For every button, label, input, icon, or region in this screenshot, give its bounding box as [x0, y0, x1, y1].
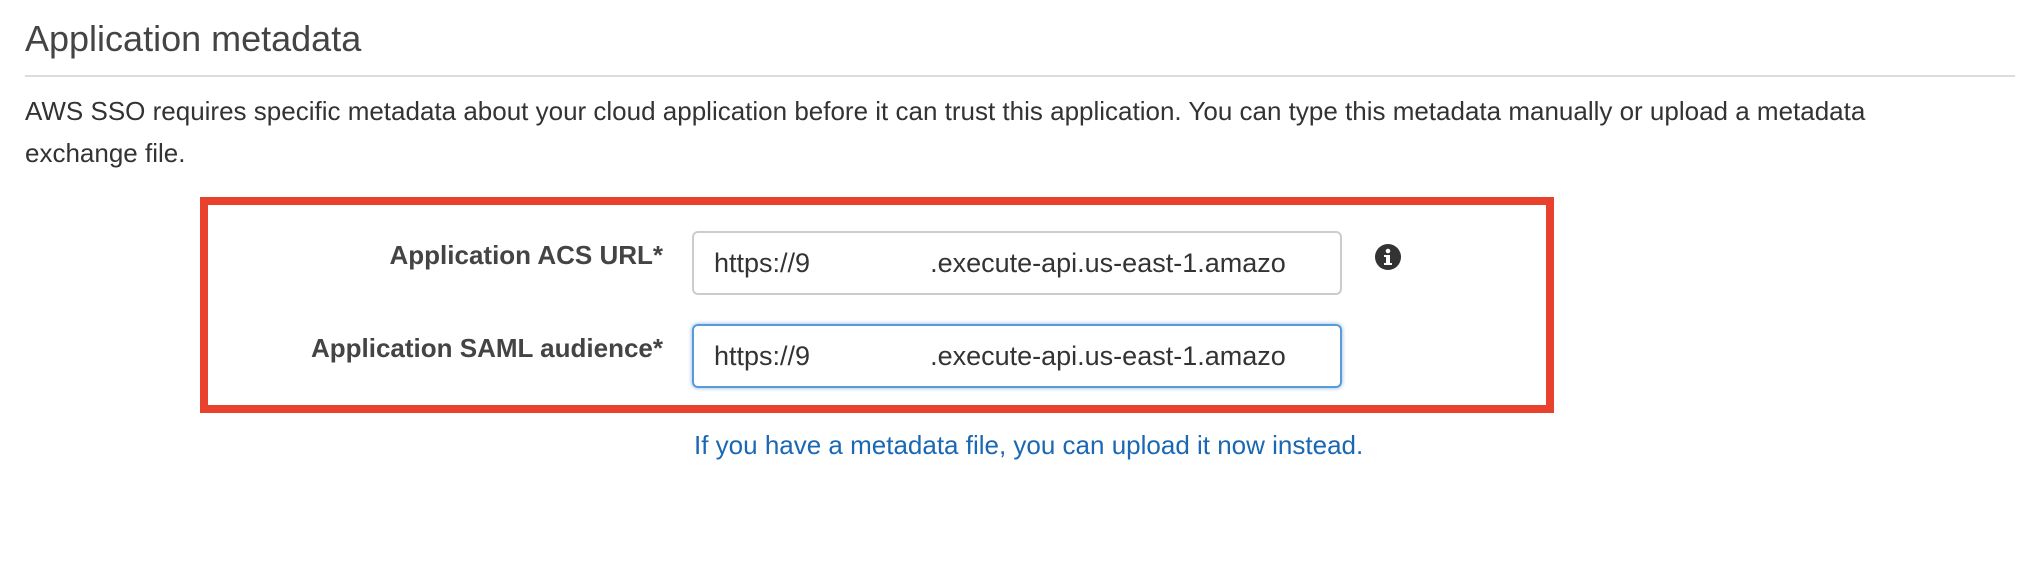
section-title: Application metadata [25, 18, 362, 59]
title-divider [25, 75, 2015, 77]
saml-audience-label: Application SAML audience* [310, 333, 663, 363]
saml-audience-input[interactable] [692, 324, 1342, 388]
upload-metadata-link[interactable]: If you have a metadata file, you can upl… [694, 430, 1363, 461]
info-circle-icon[interactable] [1374, 243, 1402, 271]
acs-url-label: Application ACS URL* [389, 240, 663, 270]
acs-url-input[interactable] [692, 231, 1342, 295]
section-description: AWS SSO requires specific metadata about… [25, 96, 1866, 168]
application-metadata-page: Application metadata AWS SSO requires sp… [0, 0, 2036, 564]
